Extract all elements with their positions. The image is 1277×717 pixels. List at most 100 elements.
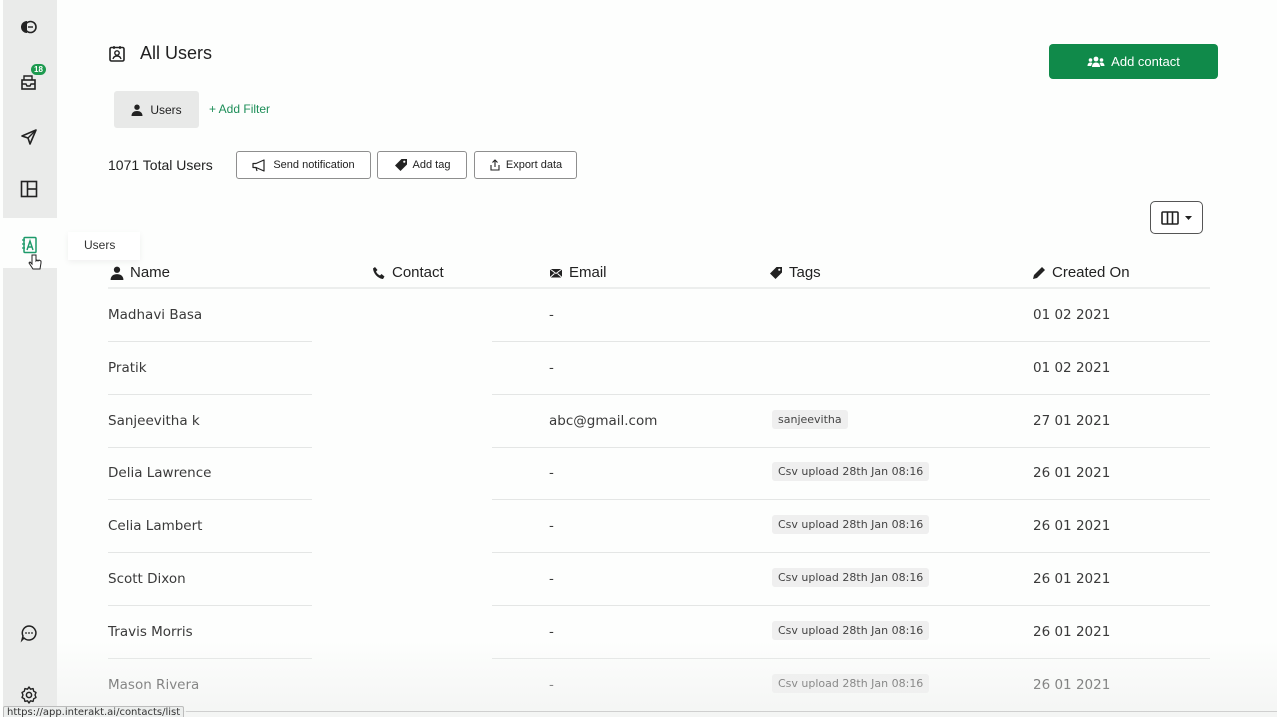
created-on-date: 26 01 2021 [1033, 518, 1111, 535]
upload-icon [490, 159, 500, 171]
status-bar-url: https://app.interakt.ai/contacts/list [3, 706, 185, 717]
user-name[interactable]: Travis Morris [108, 624, 193, 640]
user-icon [131, 104, 143, 116]
export-data-label: Export data [505, 159, 563, 171]
tag-icon [770, 266, 782, 279]
status-divider [186, 711, 1277, 712]
column-header-label: Email [569, 264, 607, 281]
user-name[interactable]: Celia Lambert [108, 518, 202, 534]
table-row[interactable]: Madhavi Basa - 01 02 2021 [108, 289, 1210, 342]
table-row[interactable]: Delia Lawrence - Csv upload 28th Jan 08:16… [108, 447, 1210, 501]
tag-chip[interactable]: Csv upload 28th Jan 08:16 [772, 568, 930, 587]
tag-icon [394, 159, 407, 171]
table-row[interactable]: Scott Dixon - Csv upload 28th Jan 08:16 26 … [108, 553, 1210, 606]
total-users-count: 1071 Total Users [108, 157, 213, 173]
sidebar-item-dashboard[interactable] [17, 177, 41, 201]
contact-card-icon [109, 45, 125, 62]
user-name[interactable]: Sanjeevitha k [108, 413, 200, 429]
sidebar: 18 [0, 0, 57, 717]
contacts-book-icon [22, 236, 37, 254]
inbox-icon [21, 75, 36, 90]
user-email: abc@gmail.com [549, 412, 658, 429]
send-icon [21, 129, 37, 145]
user-email: - [549, 465, 554, 482]
columns-icon [1161, 210, 1179, 225]
user-name[interactable]: Mason Rivera [108, 677, 199, 693]
column-header-contact[interactable]: Contact [372, 264, 444, 281]
tag-cell: sanjeevitha [772, 409, 848, 429]
table-row[interactable]: Sanjeevitha k abc@gmail.com sanjeevitha 27 … [108, 395, 1210, 448]
sidebar-tooltip: Users [68, 232, 140, 260]
column-header-email[interactable]: Email [549, 264, 607, 281]
tag-chip[interactable]: Csv upload 28th Jan 08:16 [772, 515, 930, 535]
user-email: - [549, 307, 554, 323]
add-contact-label: Add contact [1111, 54, 1180, 69]
user-email: - [549, 518, 554, 535]
user-email: - [549, 623, 554, 640]
chat-bubble-icon [20, 625, 37, 643]
sidebar-item-support-chat[interactable] [17, 621, 41, 645]
pencil-icon [1033, 266, 1045, 279]
user-email: - [549, 571, 554, 587]
column-header-label: Contact [392, 264, 444, 281]
send-notification-label: Send notification [273, 159, 355, 171]
created-on-date: 01 02 2021 [1033, 307, 1111, 323]
user-name[interactable]: Pratik [108, 360, 147, 376]
send-notification-button[interactable]: Send notification [236, 151, 371, 179]
add-contact-button[interactable]: Add contact [1049, 44, 1218, 79]
table-row[interactable]: Mason Rivera - Csv upload 28th Jan 08:16 26… [108, 659, 1210, 712]
export-data-button[interactable]: Export data [474, 151, 577, 179]
column-chooser-dropdown[interactable] [1150, 201, 1203, 234]
column-header-created-on[interactable]: Created On [1032, 264, 1130, 281]
sidebar-item-conversations[interactable] [17, 15, 41, 39]
table-header: Name Contact Email Tags Created On [108, 262, 1210, 289]
column-header-name[interactable]: Name [110, 264, 170, 281]
user-name[interactable]: Scott Dixon [108, 571, 186, 587]
created-on-date: 26 01 2021 [1033, 465, 1111, 482]
add-tag-label: Add tag [412, 159, 451, 171]
tag-chip[interactable]: sanjeevitha [772, 409, 848, 429]
tag-cell: Csv upload 28th Jan 08:16 [772, 673, 930, 693]
tag-cell: Csv upload 28th Jan 08:16 [772, 515, 930, 535]
tag-cell: Csv upload 28th Jan 08:16 [772, 462, 930, 482]
page-title-text: All Users [140, 43, 213, 63]
column-header-label: Created On [1052, 264, 1130, 281]
sidebar-bg-bottom [3, 268, 57, 717]
add-tag-button[interactable]: Add tag [377, 151, 467, 179]
envelope-icon [549, 268, 563, 278]
page-title: All Users [108, 43, 212, 64]
tag-chip[interactable]: Csv upload 28th Jan 08:16 [772, 462, 930, 482]
tag-cell: Csv upload 28th Jan 08:16 [772, 620, 930, 640]
hand-cursor-icon [28, 254, 42, 270]
column-header-label: Tags [789, 264, 821, 281]
created-on-date: 26 01 2021 [1033, 676, 1111, 693]
created-on-date: 26 01 2021 [1033, 571, 1111, 587]
created-on-date: 01 02 2021 [1033, 359, 1111, 376]
layout-icon [20, 180, 38, 198]
column-header-label: Name [130, 264, 171, 281]
user-name[interactable]: Madhavi Basa [108, 307, 202, 323]
tag-cell: Csv upload 28th Jan 08:16 [772, 568, 930, 587]
sidebar-item-inbox[interactable]: 18 [17, 64, 46, 94]
table-row[interactable]: Pratik - 01 02 2021 [108, 342, 1210, 395]
chat-toggle-icon [21, 20, 37, 34]
column-header-tags[interactable]: Tags [769, 264, 821, 281]
sidebar-item-settings[interactable] [17, 683, 41, 707]
tag-chip[interactable]: Csv upload 28th Jan 08:16 [772, 673, 930, 693]
segment-chip-users[interactable]: Users [114, 91, 199, 128]
user-icon [110, 266, 124, 280]
created-on-date: 27 01 2021 [1033, 412, 1111, 429]
user-name[interactable]: Delia Lawrence [108, 465, 211, 481]
table-row[interactable]: Celia Lambert - Csv upload 28th Jan 08:16 2… [108, 500, 1210, 554]
table-row[interactable]: Travis Morris - Csv upload 28th Jan 08:16 2… [108, 606, 1210, 659]
user-email: - [549, 359, 554, 376]
sidebar-item-campaigns[interactable] [17, 125, 41, 149]
segment-chip-label: Users [150, 102, 182, 117]
tag-chip[interactable]: Csv upload 28th Jan 08:16 [772, 620, 930, 640]
phone-icon [373, 266, 385, 279]
user-email: - [549, 676, 554, 693]
created-on-date: 26 01 2021 [1033, 623, 1111, 640]
add-filter-link[interactable]: + Add Filter [209, 102, 270, 116]
megaphone-icon [252, 158, 265, 172]
gear-icon [21, 686, 37, 704]
